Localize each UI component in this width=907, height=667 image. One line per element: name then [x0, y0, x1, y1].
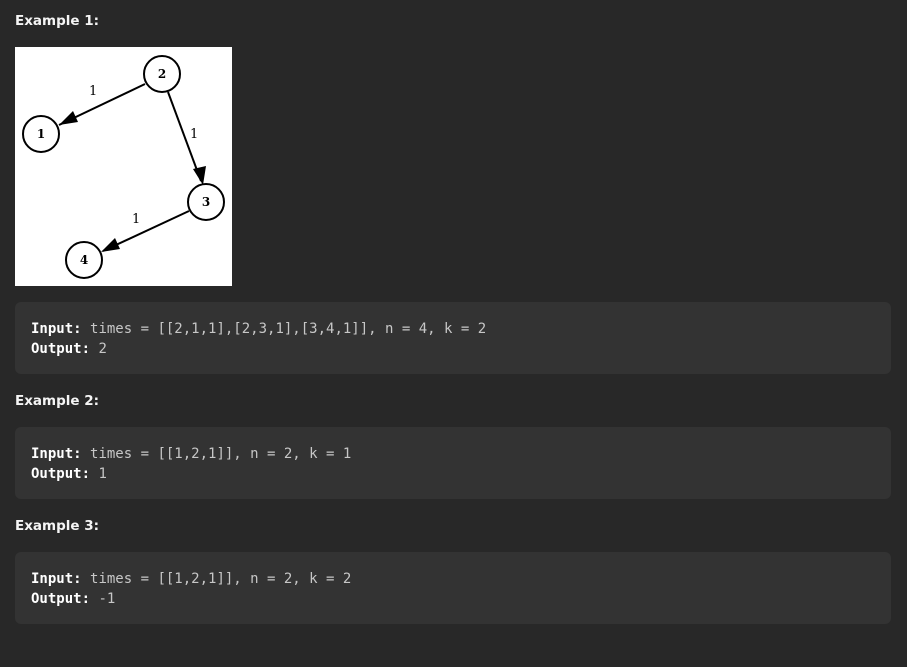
input-value: times = [[1,2,1]], n = 2, k = 1	[90, 446, 352, 462]
output-value: 1	[98, 466, 107, 482]
example-1-graph-image: 1 1 1 2 1 3 4	[15, 47, 232, 286]
example-1-input-line: Input: times = [[2,1,1],[2,3,1],[3,4,1]]…	[31, 319, 875, 339]
output-label: Output:	[31, 466, 91, 482]
node-3: 3	[187, 183, 225, 221]
example-1-output-line: Output: 2	[31, 339, 875, 359]
edge-2-3-arrowhead	[193, 166, 206, 185]
input-label: Input:	[31, 321, 82, 337]
example-2-input-line: Input: times = [[1,2,1]], n = 2, k = 1	[31, 444, 875, 464]
edge-2-3-weight: 1	[190, 127, 198, 142]
node-4: 4	[65, 241, 103, 279]
node-1: 1	[22, 115, 60, 153]
example-3-output-line: Output: -1	[31, 589, 875, 609]
example-3-code-block: Input: times = [[1,2,1]], n = 2, k = 2 Ou…	[15, 552, 891, 624]
output-value: -1	[98, 591, 116, 607]
input-value: times = [[1,2,1]], n = 2, k = 2	[90, 571, 352, 587]
input-label: Input:	[31, 446, 82, 462]
output-value: 2	[98, 341, 107, 357]
node-3-label: 3	[202, 195, 210, 209]
edge-2-1-arrowhead	[59, 111, 78, 125]
graph-diagram: 1 1 1 2 1 3 4	[22, 55, 225, 279]
example-2-code-block: Input: times = [[1,2,1]], n = 2, k = 1 Ou…	[15, 427, 891, 499]
output-label: Output:	[31, 591, 91, 607]
edge-3-4-arrowhead	[101, 238, 120, 252]
edge-2-1-weight: 1	[89, 84, 97, 99]
node-4-label: 4	[80, 253, 88, 267]
example-3-input-line: Input: times = [[1,2,1]], n = 2, k = 2	[31, 569, 875, 589]
example-1-heading: Example 1:	[15, 13, 100, 29]
example-2-output-line: Output: 1	[31, 464, 875, 484]
node-2-label: 2	[158, 67, 166, 81]
node-1-label: 1	[37, 127, 45, 141]
example-1-code-block: Input: times = [[2,1,1],[2,3,1],[3,4,1]]…	[15, 302, 891, 374]
example-2-heading: Example 2:	[15, 393, 100, 409]
edge-3-4-weight: 1	[132, 212, 140, 227]
output-label: Output:	[31, 341, 91, 357]
example-3-heading: Example 3:	[15, 518, 100, 534]
input-label: Input:	[31, 571, 82, 587]
input-value: times = [[2,1,1],[2,3,1],[3,4,1]], n = 4…	[90, 321, 487, 337]
node-2: 2	[143, 55, 181, 93]
